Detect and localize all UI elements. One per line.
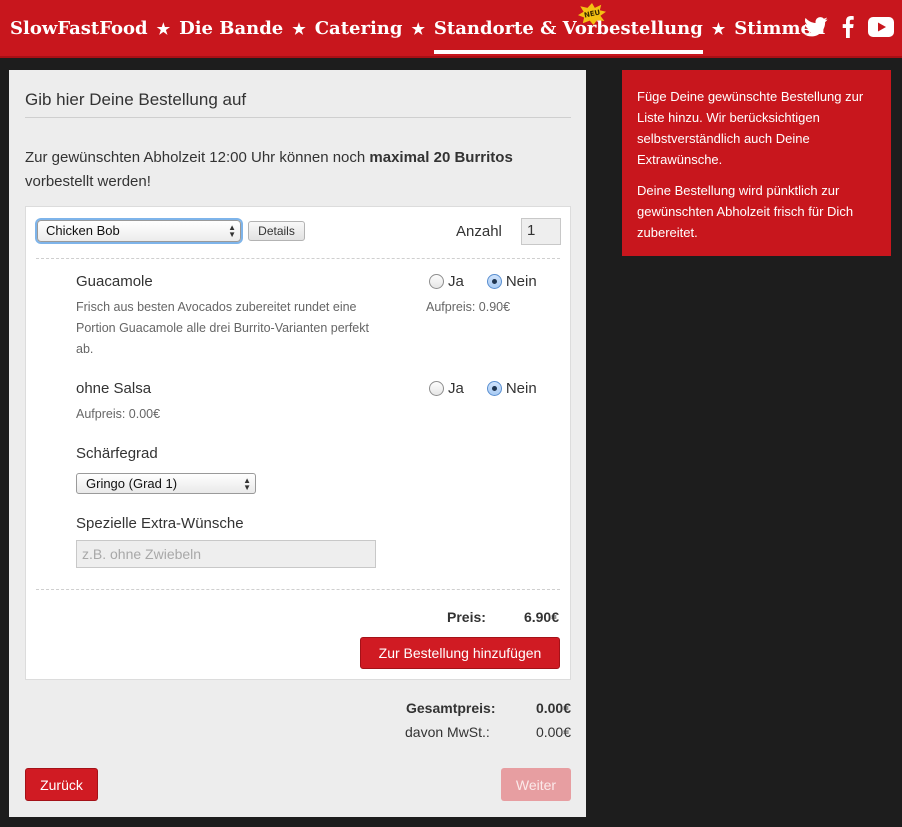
guacamole-yes-radio[interactable]	[429, 274, 444, 289]
youtube-icon[interactable]	[868, 17, 894, 37]
select-arrows-icon: ▲ ▼	[228, 223, 236, 239]
info-box: Füge Deine gewünschte Bestellung zur Lis…	[622, 70, 891, 256]
guacamole-description: Frisch aus besten Avocados zubereitet ru…	[76, 300, 369, 356]
info-paragraph-1: Füge Deine gewünschte Bestellung zur Lis…	[637, 89, 864, 167]
star-separator-icon: ★	[292, 19, 306, 38]
nav-item-standorte-vorbestellung[interactable]: Standorte & Vorbestellung	[433, 18, 703, 54]
dashed-divider	[36, 258, 560, 259]
price-label: Preis:	[447, 609, 486, 625]
no-salsa-yes-radio[interactable]	[429, 381, 444, 396]
total-label: Gesamtpreis:	[406, 700, 496, 716]
spice-level-select[interactable]: Gringo (Grad 1) ▲ ▼	[76, 473, 256, 494]
no-salsa-yes-label[interactable]: Ja	[448, 380, 464, 397]
main-nav: SlowFastFood ★ Die Bande ★ Catering ★ St…	[10, 18, 825, 54]
no-salsa-surcharge: Aufpreis: 0.00€	[76, 407, 161, 421]
extra-wishes-input[interactable]: z.B. ohne Zwiebeln	[76, 540, 376, 568]
dashed-divider	[36, 589, 560, 590]
details-button[interactable]: Details	[248, 221, 305, 241]
star-separator-icon: ★	[411, 19, 425, 38]
guacamole-surcharge: Aufpreis: 0.90€	[426, 300, 511, 314]
select-arrows-icon: ▲ ▼	[243, 476, 251, 492]
top-navigation-bar: SlowFastFood ★ Die Bande ★ Catering ★ St…	[0, 0, 902, 58]
price-value: 6.90€	[523, 609, 559, 625]
guacamole-radio-group: Ja Nein	[429, 273, 537, 290]
quantity-label: Anzahl	[456, 223, 502, 240]
vat-value: 0.00€	[535, 724, 571, 740]
intro-suffix: vorbestellt werden!	[25, 173, 151, 190]
guacamole-yes-label[interactable]: Ja	[448, 273, 464, 290]
next-button[interactable]: Weiter	[501, 768, 571, 801]
page-title: Gib hier Deine Bestellung auf	[25, 90, 247, 109]
add-to-order-button[interactable]: Zur Bestellung hinzufügen	[360, 637, 560, 669]
total-value: 0.00€	[535, 700, 571, 716]
order-form: Chicken Bob ▲ ▼ Details Anzahl 1 Guacamol…	[25, 206, 571, 680]
nav-item-slowfastfood[interactable]: SlowFastFood	[10, 18, 148, 39]
product-select-value: Chicken Bob	[46, 223, 120, 238]
quantity-input[interactable]: 1	[521, 218, 561, 245]
guacamole-no-radio[interactable]	[486, 274, 502, 289]
twitter-icon[interactable]	[804, 17, 828, 37]
product-select[interactable]: Chicken Bob ▲ ▼	[37, 220, 241, 242]
star-separator-icon: ★	[711, 19, 726, 38]
back-button[interactable]: Zurück	[25, 768, 98, 801]
nav-item-die-bande[interactable]: Die Bande	[179, 18, 283, 39]
title-divider	[25, 117, 571, 118]
spice-level-label: Schärfegrad	[76, 445, 158, 462]
spice-level-value: Gringo (Grad 1)	[86, 476, 178, 491]
order-panel: Gib hier Deine Bestellung auf Zur gewüns…	[9, 70, 586, 817]
intro-text: Zur gewünschten Abholzeit 12:00 Uhr könn…	[25, 146, 565, 194]
info-paragraph-2: Deine Bestellung wird pünktlich zur gewü…	[637, 183, 854, 240]
facebook-icon[interactable]	[842, 16, 854, 38]
intro-prefix: Zur gewünschten Abholzeit 12:00 Uhr könn…	[25, 149, 370, 166]
star-separator-icon: ★	[156, 19, 171, 38]
no-salsa-title: ohne Salsa	[76, 380, 152, 397]
guacamole-no-label[interactable]: Nein	[506, 273, 537, 290]
extra-wishes-label: Spezielle Extra-Wünsche	[76, 515, 244, 532]
nav-item-catering[interactable]: Catering	[315, 18, 403, 39]
no-salsa-radio-group: Ja Nein	[429, 380, 537, 397]
no-salsa-no-radio[interactable]	[486, 381, 502, 396]
guacamole-title: Guacamole	[76, 273, 153, 290]
vat-label: davon MwSt.:	[405, 724, 490, 740]
no-salsa-no-label[interactable]: Nein	[506, 380, 537, 397]
social-links	[804, 16, 894, 38]
new-badge: NEU	[578, 3, 606, 25]
intro-max-burritos: maximal 20 Burritos	[369, 149, 513, 166]
